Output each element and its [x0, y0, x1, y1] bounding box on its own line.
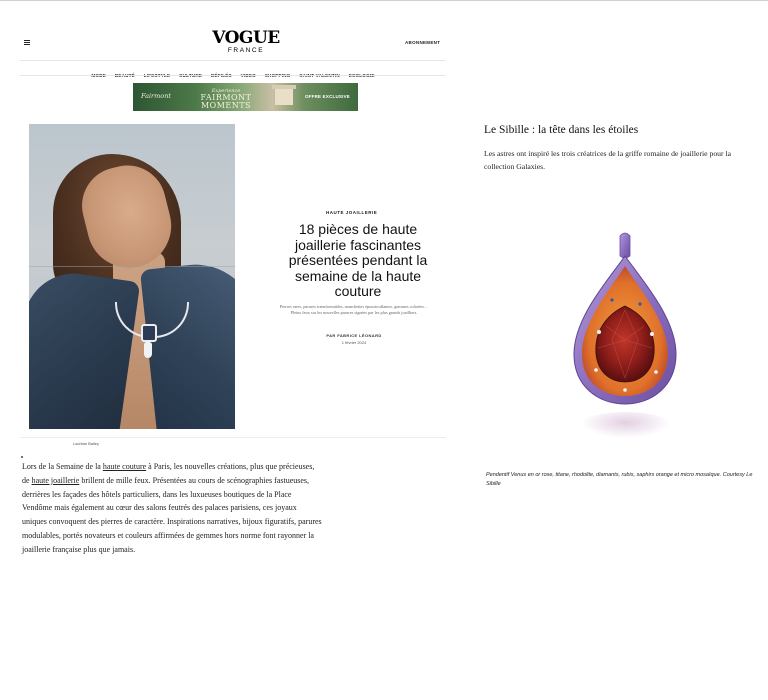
link-haute-couture[interactable]: haute couture	[103, 462, 146, 471]
pendant-bail	[619, 232, 631, 259]
body-text-1: Lors de la Semaine de la	[22, 462, 103, 471]
ad-offer-label: OFFRE EXCLUSIVE	[304, 94, 350, 99]
pendant-reflection	[581, 412, 671, 438]
nav-top-rule	[20, 60, 446, 61]
photo-pendant-drop	[144, 342, 152, 358]
photo-jacket-right	[139, 258, 235, 429]
text-cursor-dot	[21, 456, 23, 458]
sidebar-title: Le Sibille : la tête dans les étoiles	[484, 124, 639, 136]
photo-credit: Lachlan Bailey	[73, 441, 100, 446]
nav-bottom-rule	[20, 75, 446, 76]
pendant-diamond-5	[623, 388, 627, 392]
ad-brand-logo: Fairmont	[141, 92, 172, 100]
article-headline: 18 pièces de haute joaillerie fascinante…	[288, 221, 428, 299]
link-haute-joaillerie[interactable]: haute joaillerie	[32, 476, 80, 485]
main-nav: MODE BEAUTÉ LIFESTYLE CULTURE DÉFILÉS VI…	[20, 64, 446, 82]
pendant-sapphire-2	[638, 302, 642, 306]
pendant-diamond-4	[654, 370, 658, 374]
section-divider	[20, 437, 446, 438]
hero-photo	[29, 124, 235, 429]
pendant-diamond-2	[650, 332, 654, 336]
sidebar-text: Les astres ont inspiré les trois créatri…	[484, 149, 732, 171]
logo-main-text: VOGUE	[212, 28, 280, 48]
ad-building-image	[272, 85, 296, 105]
article-body: Lors de la Semaine de la haute couture à…	[22, 460, 322, 557]
article-date: 1 février 2024	[341, 340, 367, 345]
photo-pendant	[141, 324, 157, 342]
pendant-diamond-1	[597, 330, 601, 334]
vogue-logo[interactable]: VOGUE FRANCE	[203, 30, 289, 55]
article-byline[interactable]: PAR FABRICE LÉONARD	[276, 333, 432, 338]
pendant-caption: Pendentif Venus en or rose, titane, rhod…	[486, 472, 753, 487]
pendant-diamond-3	[594, 368, 598, 372]
ad-line3: MOMENTS	[200, 101, 252, 110]
article-dek: Pierres rares, parures transformables, m…	[279, 304, 429, 315]
body-text-3: brillent de mille feux. Présentées au co…	[22, 475, 322, 554]
ad-headline: Experience FAIRMONT MOMENTS	[191, 88, 261, 110]
ad-banner[interactable]: Fairmont Experience FAIRMONT MOMENTS OFF…	[133, 83, 358, 111]
pendant-image	[573, 232, 677, 405]
subscribe-link[interactable]: ABONNEMENT	[405, 40, 440, 45]
article-kicker[interactable]: HAUTE JOAILLERIE	[326, 210, 377, 215]
photo-seam	[29, 266, 235, 267]
hamburger-icon[interactable]	[24, 40, 30, 45]
top-border	[0, 0, 768, 1]
pendant-sapphire-1	[610, 298, 614, 302]
logo-sub-text: FRANCE	[227, 47, 265, 54]
